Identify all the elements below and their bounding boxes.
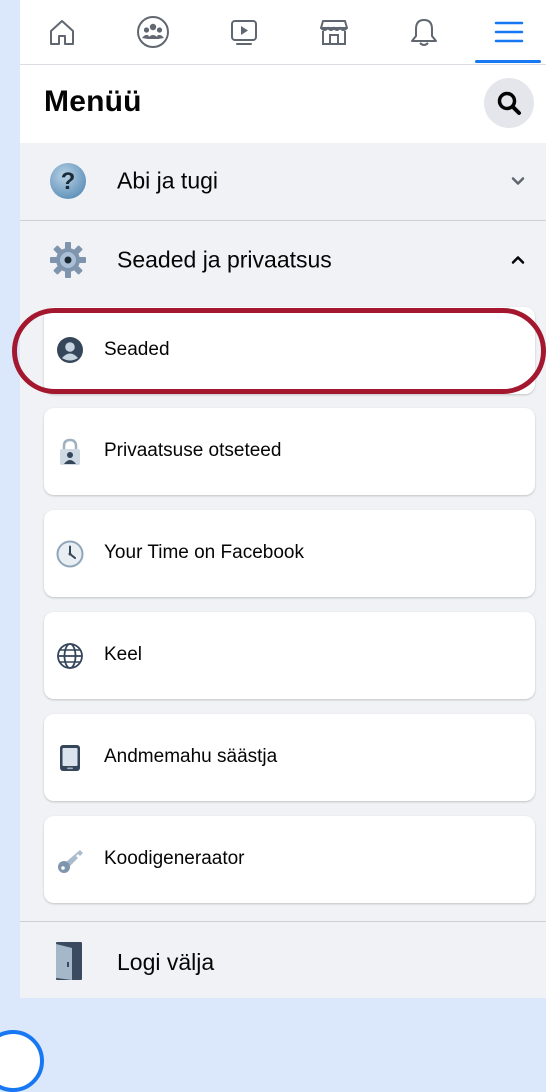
- watch-icon: [231, 20, 257, 45]
- logout-label: Logi välja: [117, 949, 215, 975]
- section-help-label: Abi ja tugi: [117, 167, 219, 194]
- groups-icon: [137, 16, 169, 48]
- chevron-down-icon: [511, 177, 525, 185]
- menu-header: Menüü: [20, 65, 546, 143]
- section-help[interactable]: ? Abi ja tugi: [20, 143, 546, 219]
- notifications-icon: [411, 19, 437, 46]
- nav-marketplace[interactable]: [300, 0, 368, 64]
- search-button[interactable]: [484, 78, 534, 128]
- submenu-item-label: Koodigeneraator: [104, 848, 245, 869]
- profile-circle-icon: [57, 337, 83, 363]
- submenu-item-label: Privaatsuse otseteed: [104, 440, 282, 461]
- submenu-item-label: Seaded: [104, 339, 170, 360]
- menu-panel: Menüü ? Abi ja tugi Seaded ja privaatsus…: [12, 0, 546, 998]
- gear-icon: [50, 242, 86, 278]
- submenu-item-code-generator[interactable]: Koodigeneraator: [44, 816, 535, 903]
- active-tab-indicator: [475, 60, 541, 63]
- submenu-item-your-time[interactable]: Your Time on Facebook: [44, 510, 535, 597]
- phone-icon: [60, 745, 80, 771]
- search-icon: [497, 91, 521, 115]
- question-icon: ?: [50, 163, 86, 199]
- section-settings-privacy[interactable]: Seaded ja privaatsus: [20, 222, 546, 298]
- submenu-item-language[interactable]: Keel: [44, 612, 535, 699]
- door-icon: [56, 942, 82, 980]
- top-navigation-bar: [20, 0, 546, 65]
- submenu-item-label: Andmemahu säästja: [104, 746, 278, 767]
- key-icon: [58, 850, 83, 873]
- nav-notifications[interactable]: [390, 0, 458, 64]
- menu-icon: [494, 21, 524, 43]
- section-divider: [20, 220, 546, 221]
- nav-home[interactable]: [28, 0, 96, 64]
- lock-person-icon: [60, 438, 80, 465]
- page-title: Menüü: [44, 85, 142, 118]
- svg-text:?: ?: [61, 168, 76, 195]
- submenu-item-settings[interactable]: Seaded: [44, 307, 535, 394]
- submenu-item-label: Keel: [104, 644, 143, 665]
- chevron-up-icon: [511, 256, 525, 264]
- nav-watch[interactable]: [210, 0, 278, 64]
- logout-button[interactable]: Logi välja: [20, 922, 546, 998]
- nav-groups[interactable]: [119, 0, 187, 64]
- submenu-item-privacy-shortcuts[interactable]: Privaatsuse otseteed: [44, 408, 535, 495]
- globe-icon: [57, 643, 83, 669]
- clock-icon: [56, 540, 84, 568]
- floating-circle-button[interactable]: [0, 1030, 44, 1092]
- marketplace-icon: [320, 20, 348, 45]
- section-settings-privacy-label: Seaded ja privaatsus: [117, 246, 332, 273]
- home-icon: [50, 20, 74, 45]
- nav-menu[interactable]: [475, 0, 543, 64]
- submenu-item-data-saver[interactable]: Andmemahu säästja: [44, 714, 535, 801]
- submenu-item-label: Your Time on Facebook: [104, 542, 304, 563]
